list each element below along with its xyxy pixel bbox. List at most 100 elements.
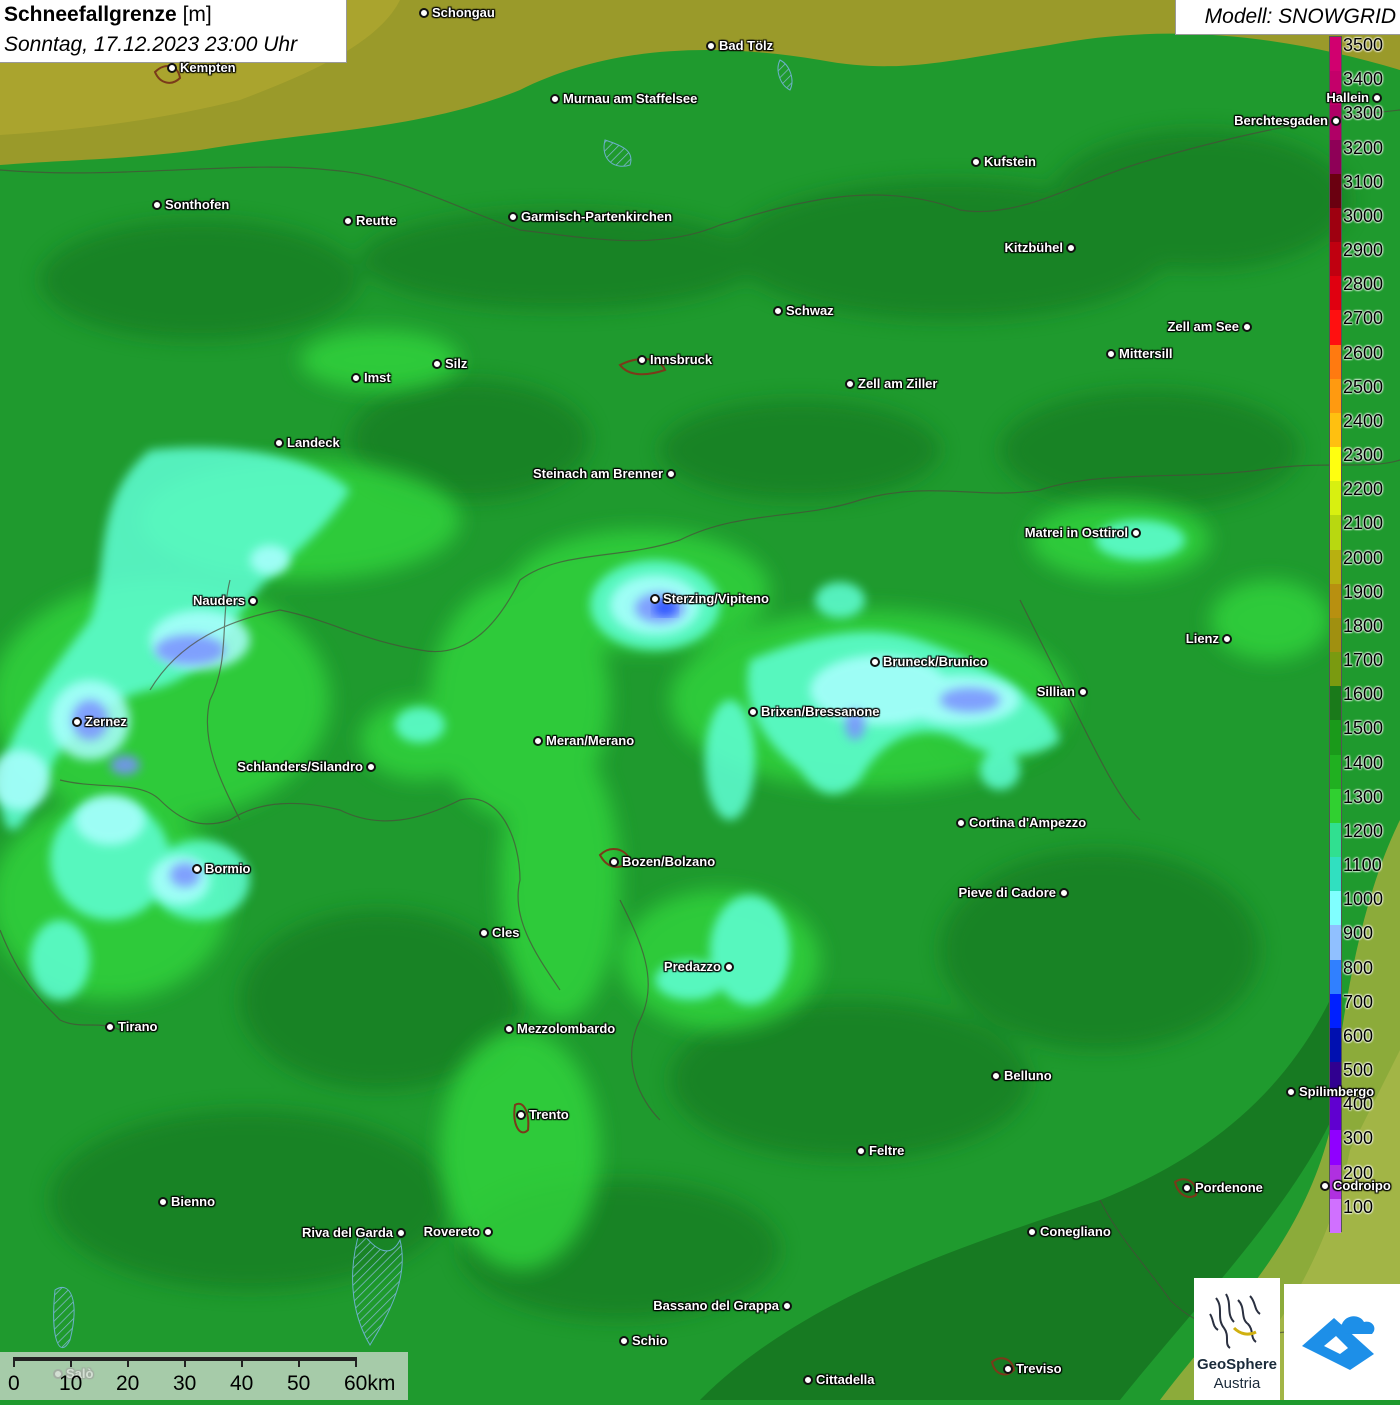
legend-swatch <box>1330 857 1341 892</box>
city-label: Zell am See <box>1167 319 1239 334</box>
legend-label: 3500 <box>1343 35 1384 55</box>
city-dot <box>971 157 981 167</box>
city-label: Treviso <box>1016 1361 1062 1376</box>
city-label: Hallein <box>1326 90 1369 105</box>
city-dot <box>991 1071 1001 1081</box>
city-dot <box>1286 1087 1296 1097</box>
city-dot <box>706 41 716 51</box>
city-dot <box>666 469 676 479</box>
city-label: Reutte <box>356 213 397 228</box>
city-dot <box>366 762 376 772</box>
scale-label: 50 <box>287 1372 311 1395</box>
city-dot <box>152 200 162 210</box>
city-dot <box>1003 1364 1013 1374</box>
city-label: Murnau am Staffelsee <box>563 91 698 106</box>
city-label: Schongau <box>432 5 495 20</box>
city-label: Pordenone <box>1195 1180 1263 1195</box>
city-label: Bruneck/Brunico <box>883 654 988 669</box>
legend-label: 1600 <box>1343 684 1384 705</box>
city-label: Kempten <box>180 60 236 75</box>
city-label: Steinach am Brenner <box>532 466 663 481</box>
city-dot <box>782 1301 792 1311</box>
legend-swatch <box>1330 788 1341 824</box>
legend-swatch <box>1330 515 1341 551</box>
scale-tick <box>184 1357 186 1367</box>
city-dot <box>1222 634 1232 644</box>
scale-tick <box>241 1357 243 1367</box>
city-dot <box>803 1375 813 1385</box>
city-dot <box>1182 1183 1192 1193</box>
legend-label: 2200 <box>1343 479 1384 500</box>
legend-swatch <box>1330 549 1341 585</box>
city-dot <box>508 212 518 222</box>
legend-swatch <box>1330 242 1341 277</box>
legend-swatch <box>1330 583 1341 619</box>
city-dot <box>870 657 880 667</box>
city-dot <box>1131 528 1141 538</box>
city-dot <box>748 707 758 717</box>
city-label: Spilimbergo <box>1299 1084 1375 1099</box>
city-dot <box>773 306 783 316</box>
city-dot <box>1331 116 1341 126</box>
legend-swatch <box>1330 993 1341 1029</box>
legend-swatch <box>1330 276 1341 311</box>
city-label: Nauders <box>192 593 245 608</box>
city-label: Kufstein <box>984 154 1036 169</box>
city-label: Bormio <box>205 861 251 876</box>
scale-label: 10 <box>59 1372 83 1395</box>
scale-tick <box>127 1357 129 1367</box>
scale-label: 0 <box>8 1372 20 1395</box>
city-dot <box>1320 1181 1330 1191</box>
logo-text-line2: Austria <box>1213 1375 1261 1392</box>
city-label: Riva del Garda <box>301 1225 393 1240</box>
legend-swatch <box>1330 1096 1341 1131</box>
legend-swatch <box>1330 310 1341 346</box>
city-label: Garmisch-Partenkirchen <box>521 209 673 224</box>
legend-label: 3400 <box>1343 69 1384 90</box>
title-panel: Schneefallgrenze [m] Sonntag, 17.12.2023… <box>0 0 347 63</box>
parameter-unit: [m] <box>176 3 212 26</box>
legend-label: 1000 <box>1343 889 1384 910</box>
scale-label: 20 <box>116 1372 140 1395</box>
legend-label: 3200 <box>1343 137 1384 158</box>
app-logo-panel[interactable] <box>1284 1284 1400 1400</box>
city-dot <box>1372 93 1382 103</box>
legend-swatch <box>1330 139 1341 175</box>
map-title: Schneefallgrenze [m] <box>4 3 212 27</box>
city-dot <box>504 1024 514 1034</box>
city-dot <box>1078 687 1088 697</box>
scale-label: 40 <box>230 1372 254 1395</box>
city-dot <box>274 438 284 448</box>
scale-label: 30 <box>173 1372 197 1395</box>
legend-label: 300 <box>1343 1128 1374 1149</box>
city-label: Schlanders/Silandro <box>237 759 363 774</box>
city-dot <box>1106 349 1116 359</box>
city-dot <box>1059 888 1069 898</box>
city-label: Mittersill <box>1119 346 1173 361</box>
mountain-cloud-icon <box>1302 1316 1375 1370</box>
city-dot <box>956 818 966 828</box>
legend-swatch <box>1330 481 1341 516</box>
legend-swatch <box>1330 1198 1341 1234</box>
city-label: Conegliano <box>1040 1224 1111 1239</box>
legend-label: 600 <box>1343 1025 1374 1046</box>
city-label: Cittadella <box>816 1372 875 1387</box>
legend-label: 800 <box>1343 957 1374 978</box>
city-label: Sterzing/Vipiteno <box>663 591 769 606</box>
city-dot <box>550 94 560 104</box>
city-label: Schio <box>632 1333 668 1348</box>
legend-label: 500 <box>1343 1060 1374 1081</box>
city-dot <box>856 1146 866 1156</box>
city-label: Sillian <box>1036 684 1075 699</box>
city-dot <box>167 63 177 73</box>
city-label: Innsbruck <box>650 352 713 367</box>
city-dot <box>533 736 543 746</box>
city-label: Bassano del Grappa <box>653 1298 779 1313</box>
city-label: Feltre <box>869 1143 905 1158</box>
legend-label: 2700 <box>1343 308 1384 329</box>
legend-swatch <box>1330 344 1341 380</box>
legend-label: 1500 <box>1343 718 1384 739</box>
city-label: Kitzbühel <box>1004 240 1064 255</box>
city-dot <box>192 864 202 874</box>
city-label: Predazzo <box>663 959 721 974</box>
